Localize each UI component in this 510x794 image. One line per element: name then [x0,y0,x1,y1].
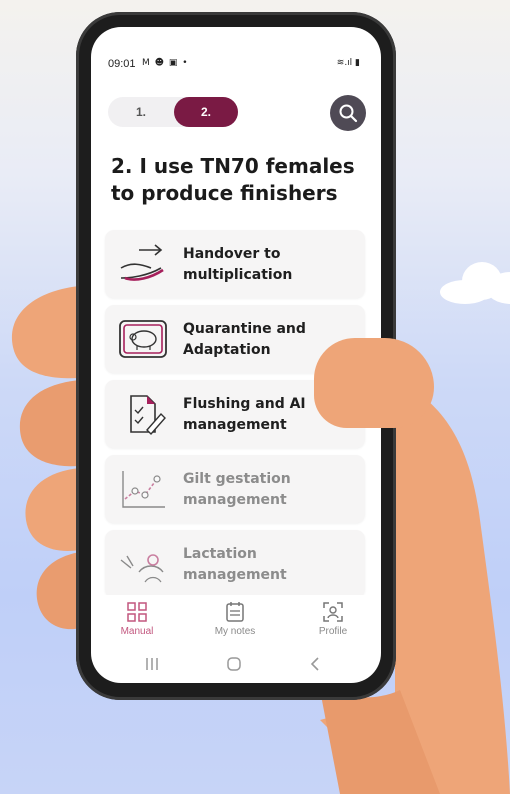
recent-apps-icon[interactable] [142,655,162,673]
checklist-pen-icon [130,395,166,436]
nav-my-notes[interactable]: My notes [195,601,275,637]
menu-item-gilt-gestation[interactable]: Gilt gestation management [105,455,365,523]
thumb-illustration [314,338,434,428]
page-title: 2. I use TN70 females to produce finishe… [111,154,355,205]
search-button[interactable] [330,95,366,131]
menu-item-lactation[interactable]: Lactation management [105,530,365,598]
home-icon[interactable] [224,655,244,673]
growth-chart-icon [122,471,165,508]
back-icon[interactable] [306,655,326,673]
pig-frame-icon [119,320,167,358]
notepad-icon [226,602,244,622]
nav-label: Manual [120,626,154,637]
menu-item-label: Handover to multiplication [183,246,293,283]
menu-item-label: Lactation management [183,546,287,583]
search-icon [339,104,358,123]
cloud-decoration [440,262,510,304]
step-1-tab[interactable]: 1. [108,97,174,127]
nav-manual[interactable]: Manual [97,601,177,637]
status-signal-battery-icons: ≋.ıl ▮ [336,58,360,68]
menu-item-label: Gilt gestation management [183,471,291,508]
grid-icon [127,602,147,622]
step-2-tab[interactable]: 2. [174,97,238,127]
status-notification-icons: M ☻ ▣ • [142,58,189,68]
menu-item-handover[interactable]: Handover to multiplication [105,230,365,298]
nav-label: Profile [318,626,348,637]
status-bar: 09:01 M ☻ ▣ • ≋.ıl ▮ [108,58,364,74]
status-time: 09:01 [108,58,136,70]
nav-profile[interactable]: Profile [293,601,373,637]
nav-label: My notes [214,626,256,637]
system-navigation-bar [91,645,381,683]
step-selector: 1. 2. [108,97,238,127]
bottom-navigation: Manual My notes Profile [91,595,381,643]
hand-arrow-icon [120,244,164,281]
sow-piglets-icon [120,554,164,583]
profile-scan-icon [323,602,343,622]
